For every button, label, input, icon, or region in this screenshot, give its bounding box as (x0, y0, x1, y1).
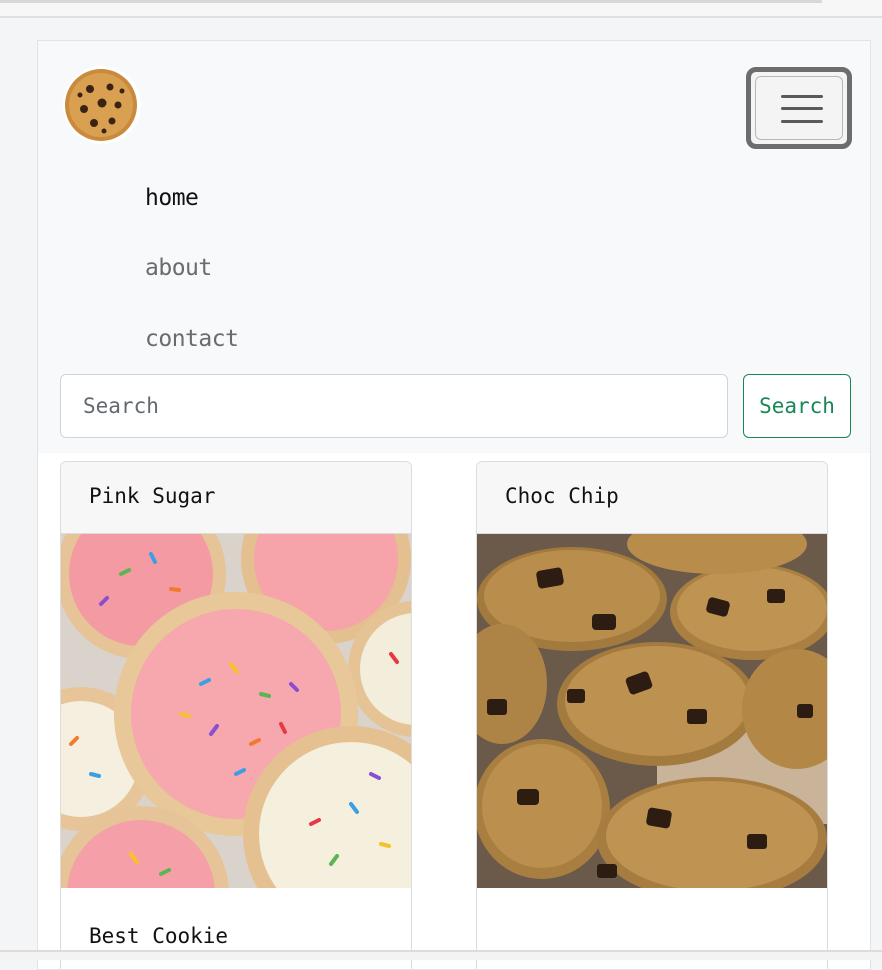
hamburger-menu-icon (781, 95, 823, 98)
card-header: Choc Chip (477, 462, 827, 534)
navbar-toggler-button[interactable] (746, 67, 852, 149)
card-header-title: Choc Chip (505, 484, 619, 508)
card-choc-chip: Choc Chip (476, 461, 828, 969)
card-header: Pink Sugar (61, 462, 411, 534)
pink-sugar-cookies-image (61, 534, 411, 888)
nav-link-contact[interactable]: contact (145, 326, 239, 352)
chocolate-chip-cookies-image (477, 534, 827, 888)
card-body-title: Best Cookie (89, 924, 229, 948)
navbar: home about contact Search (38, 41, 870, 453)
nav-link-home[interactable]: home (145, 185, 199, 211)
cookie-logo-icon[interactable] (62, 65, 142, 145)
search-button[interactable]: Search (743, 374, 851, 438)
card-pink-sugar: Pink Sugar Best Cookie (60, 461, 412, 969)
page-frame: home about contact Search Pink Sugar (37, 40, 871, 970)
nav-link-about[interactable]: about (145, 255, 212, 281)
browser-top-strip (0, 0, 882, 18)
scroll-track (0, 0, 822, 3)
card-header-title: Pink Sugar (89, 484, 216, 508)
hamburger-menu-icon (781, 120, 823, 123)
hamburger-menu-icon (781, 107, 823, 110)
browser-bottom-strip (0, 950, 882, 960)
search-input[interactable] (60, 374, 728, 438)
